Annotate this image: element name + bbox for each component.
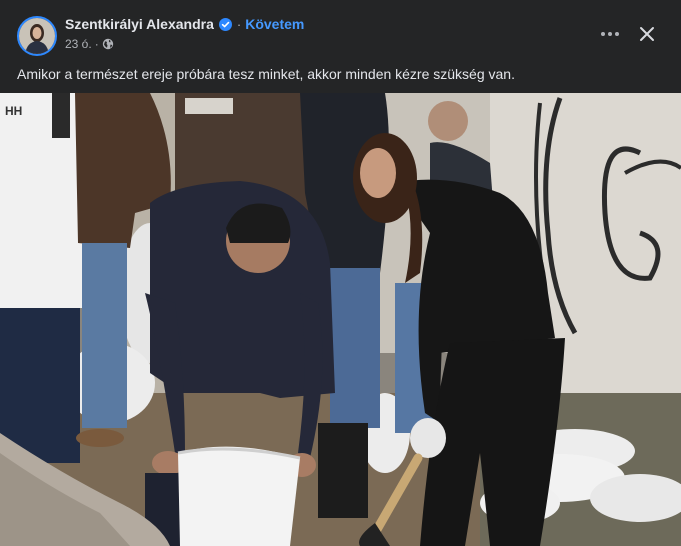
author-name[interactable]: Szentkirályi Alexandra — [65, 16, 214, 32]
post-caption: Amikor a természet ereje próbára tesz mi… — [17, 66, 515, 82]
post-timestamp[interactable]: 23 ó. — [65, 37, 92, 51]
author-row: Szentkirályi Alexandra · Követem — [65, 16, 304, 32]
separator-dot: · — [236, 16, 242, 32]
post-card: Szentkirályi Alexandra · Követem 23 ó. · — [0, 0, 681, 546]
close-icon — [640, 27, 654, 41]
author-avatar[interactable] — [17, 16, 57, 56]
more-options-button[interactable] — [596, 20, 624, 48]
follow-link[interactable]: Követem — [245, 16, 304, 32]
photo-scene: HH — [0, 93, 681, 546]
verified-badge-icon — [218, 17, 232, 31]
post-header: Szentkirályi Alexandra · Követem 23 ó. · — [0, 0, 681, 60]
post-meta: 23 ó. · — [65, 37, 114, 51]
jacket-logo-text: HH — [5, 104, 22, 118]
close-button[interactable] — [632, 19, 662, 49]
globe-icon[interactable] — [102, 38, 114, 50]
meta-separator: · — [94, 37, 99, 51]
post-photo[interactable]: HH — [0, 93, 681, 546]
more-horizontal-icon — [601, 32, 619, 36]
